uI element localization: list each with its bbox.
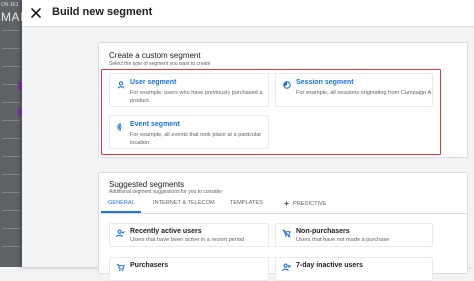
- recently-active-users-option[interactable]: Recently active users Users that have be…: [109, 223, 269, 247]
- user-segment-description: For example, users who have previously p…: [130, 90, 263, 104]
- background-row: [2, 156, 20, 157]
- background-row: [2, 174, 20, 175]
- session-segment-description: For example, all sessions originating fr…: [296, 90, 433, 96]
- session-segment-title: Session segment: [296, 79, 354, 86]
- session-segment-option[interactable]: Session segment For example, all session…: [275, 73, 433, 107]
- custom-segment-card: Create a custom segment Select the type …: [98, 42, 468, 158]
- inactive-users-option[interactable]: 7-day inactive users: [275, 257, 433, 281]
- session-icon: [282, 80, 291, 89]
- tab-general-label: GENERAL: [108, 200, 135, 206]
- background-app: ON JEJ MAIN: [0, 0, 22, 267]
- person-icon: [117, 80, 124, 89]
- purchase-icon: [116, 263, 125, 272]
- tab-templates[interactable]: TEMPLATES: [230, 200, 263, 206]
- background-row: [2, 102, 20, 103]
- background-app-title: MAIN: [1, 10, 22, 24]
- user-segment-option[interactable]: User segment For example, users who have…: [109, 73, 269, 107]
- background-row: [2, 66, 20, 67]
- non-purchasers-title: Non-purchasers: [296, 228, 350, 235]
- close-button[interactable]: [28, 5, 44, 21]
- custom-segment-heading: Create a custom segment: [109, 51, 201, 60]
- panel-title: Build new segment: [52, 6, 153, 18]
- background-app-label: ON JEJ: [1, 2, 19, 8]
- close-icon: [31, 8, 41, 18]
- inactive-users-title: 7-day inactive users: [296, 262, 363, 269]
- event-segment-description: For example, all events that took place …: [130, 132, 262, 146]
- background-row: [2, 138, 20, 139]
- suggested-segments-card: Suggested segments Additional segment su…: [98, 172, 468, 281]
- user-segment-title: User segment: [130, 79, 177, 86]
- segment-tabs: GENERAL INTERNET & TELECOM TEMPLATES PRE…: [99, 197, 467, 214]
- event-segment-title: Event segment: [130, 121, 180, 128]
- purchasers-title: Purchasers: [130, 262, 169, 269]
- active-tab-indicator: [101, 211, 141, 213]
- tab-templates-label: TEMPLATES: [230, 200, 263, 206]
- tab-predictive[interactable]: PREDICTIVE: [283, 200, 327, 207]
- tab-internet-telecom-label: INTERNET & TELECOM: [153, 200, 215, 206]
- build-segment-panel: Build new segment Create a custom segmen…: [22, 0, 474, 281]
- purchasers-option[interactable]: Purchasers: [109, 257, 269, 281]
- non-purchasers-description: Users that have not made a purchase: [296, 237, 390, 243]
- sparkle-icon: [283, 200, 290, 207]
- non-purchasers-option[interactable]: Non-purchasers Users that have not made …: [275, 223, 433, 247]
- background-row: [2, 192, 20, 193]
- tab-general[interactable]: GENERAL: [108, 200, 135, 206]
- background-row: [2, 228, 20, 229]
- background-row: [2, 210, 20, 211]
- panel-header: Build new segment: [22, 0, 474, 27]
- event-segment-option[interactable]: Event segment For example, all events th…: [109, 115, 269, 149]
- background-row: [2, 246, 20, 247]
- suggested-segments-heading: Suggested segments: [109, 180, 185, 189]
- background-row: [2, 120, 20, 121]
- person-check-icon: [116, 229, 125, 238]
- background-row: [2, 48, 20, 49]
- recently-active-users-title: Recently active users: [130, 228, 202, 235]
- suggested-segments-subheading: Additional segment suggestions for you t…: [109, 189, 223, 195]
- tab-internet-telecom[interactable]: INTERNET & TELECOM: [153, 200, 215, 206]
- no-purchase-icon: [282, 229, 291, 238]
- background-marker: [18, 82, 21, 90]
- event-icon: [116, 122, 122, 131]
- background-marker: [18, 108, 21, 116]
- recently-active-users-description: Users that have been active in a recent …: [130, 237, 245, 243]
- tab-predictive-label: PREDICTIVE: [293, 200, 327, 207]
- background-row: [2, 30, 20, 31]
- custom-segment-subheading: Select the type of segment you want to c…: [109, 61, 211, 67]
- inactive-user-icon: [282, 263, 291, 272]
